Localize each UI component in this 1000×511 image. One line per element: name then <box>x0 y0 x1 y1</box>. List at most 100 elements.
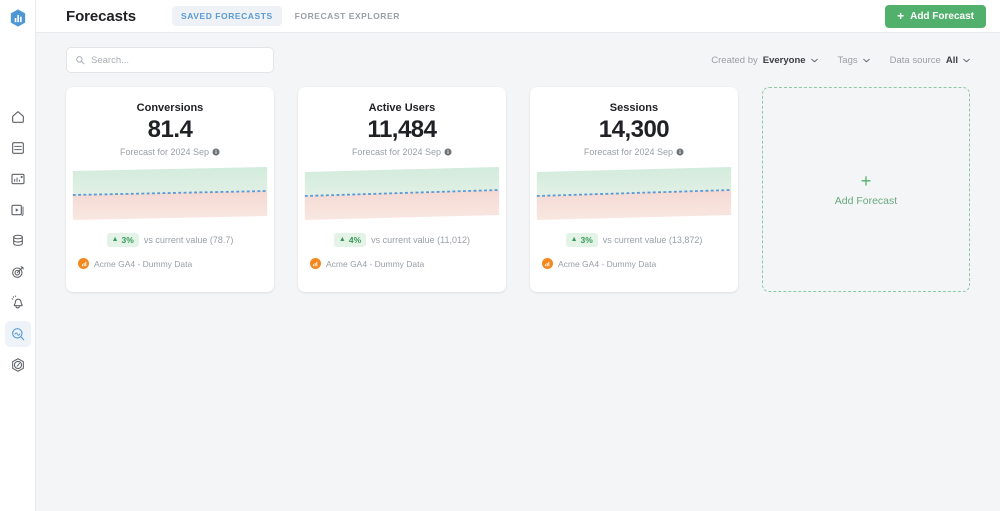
numbers-report-icon <box>11 142 24 154</box>
card-subtitle: Forecast for 2024 Sep <box>351 147 441 157</box>
sidebar-item-dashboards[interactable] <box>5 166 31 192</box>
presentation-icon <box>10 204 23 216</box>
card-subtitle-row: Forecast for 2024 Sep <box>66 147 274 157</box>
sidebar-item-home[interactable] <box>5 104 31 130</box>
status-badge: ▲ 3% <box>565 233 598 247</box>
content-area: Created by Everyone Tags Data source All <box>36 32 1000 511</box>
add-forecast-card[interactable]: + Add Forecast <box>761 87 970 292</box>
info-icon[interactable] <box>212 148 220 156</box>
sidebar-item-reports[interactable] <box>5 135 31 161</box>
card-delta-row: ▲ 3% vs current value (13,872) <box>530 233 738 247</box>
plus-icon: + <box>860 171 872 191</box>
sidebar-item-alerts[interactable] <box>5 290 31 316</box>
database-icon <box>12 234 23 246</box>
tab-saved-forecasts[interactable]: SAVED FORECASTS <box>171 6 282 26</box>
status-badge: ▲ 4% <box>333 233 367 247</box>
sidebar-item-forecasts[interactable] <box>4 321 31 347</box>
filter-bar: Created by Everyone Tags Data source All <box>66 33 970 87</box>
sidebar-item-goals[interactable] <box>5 259 31 285</box>
sparkline-svg <box>72 167 268 220</box>
ga4-source-icon <box>541 258 553 269</box>
forecast-card[interactable]: Conversions 81.4 Forecast for 2024 Sep ▲… <box>66 87 274 292</box>
filter-created-by-value: Everyone <box>762 54 806 66</box>
add-forecast-card-label: Add Forecast <box>834 195 898 207</box>
card-delta-row: ▲ 3% vs current value (78.7) <box>66 233 274 247</box>
card-source-row: Acme GA4 - Dummy Data <box>298 258 506 269</box>
add-forecast-button[interactable]: + Add Forecast <box>885 4 986 28</box>
filter-data-source-value: All <box>945 54 958 66</box>
card-title: Sessions <box>609 102 659 114</box>
forecast-card[interactable]: Sessions 14,300 Forecast for 2024 Sep ▲ … <box>529 87 738 292</box>
card-source-label: Acme GA4 - Dummy Data <box>325 258 425 269</box>
app-root: Forecasts SAVED FORECASTS FORECAST EXPLO… <box>0 0 1000 511</box>
card-subtitle-row: Forecast for 2024 Sep <box>298 147 506 157</box>
filter-created-by[interactable]: Created by Everyone <box>711 54 818 66</box>
card-title: Conversions <box>136 102 204 114</box>
analytics-bars-icon <box>313 261 318 266</box>
card-value: 11,484 <box>367 116 437 143</box>
forecast-card-grid: Conversions 81.4 Forecast for 2024 Sep ▲… <box>66 87 970 292</box>
card-source-label: Acme GA4 - Dummy Data <box>557 258 657 269</box>
search-icon <box>76 56 85 65</box>
sidebar-nav <box>0 104 35 383</box>
card-subtitle: Forecast for 2024 Sep <box>583 147 673 157</box>
delta-description: vs current value (78.7) <box>143 235 234 245</box>
analytics-bars-icon <box>81 261 86 266</box>
app-logo[interactable] <box>0 0 36 36</box>
sidebar-item-presentations[interactable] <box>5 197 31 223</box>
filter-data-source-label: Data source <box>889 54 941 66</box>
tab-forecast-explorer[interactable]: FORECAST EXPLORER <box>286 6 409 26</box>
triangle-up-icon: ▲ <box>338 236 346 243</box>
analytics-bars-icon <box>545 261 550 266</box>
ga4-source-icon <box>309 258 321 269</box>
main-area: Forecasts SAVED FORECASTS FORECAST EXPLO… <box>36 0 1000 511</box>
speedometer-icon <box>11 358 24 372</box>
card-subtitle-row: Forecast for 2024 Sep <box>530 147 738 157</box>
info-icon[interactable] <box>676 148 684 156</box>
page-title: Forecasts <box>66 7 136 25</box>
sparkline-svg <box>536 167 732 220</box>
tab-bar: SAVED FORECASTS FORECAST EXPLORER <box>171 6 409 26</box>
card-title: Active Users <box>368 102 436 114</box>
card-source-row: Acme GA4 - Dummy Data <box>66 258 274 269</box>
sidebar-item-performance[interactable] <box>5 352 31 378</box>
chevron-down-icon <box>963 58 970 62</box>
home-icon <box>11 111 24 123</box>
card-source-label: Acme GA4 - Dummy Data <box>94 258 193 269</box>
delta-value: 3% <box>580 235 593 245</box>
card-value: 81.4 <box>147 116 193 143</box>
card-subtitle: Forecast for 2024 Sep <box>119 147 210 157</box>
info-icon[interactable] <box>444 148 452 156</box>
filter-data-source[interactable]: Data source All <box>890 55 970 66</box>
card-value: 14,300 <box>598 116 670 143</box>
ga4-source-icon <box>78 258 89 269</box>
delta-description: vs current value (11,012) <box>371 235 471 245</box>
status-badge: ▲ 3% <box>106 233 139 247</box>
search-box[interactable] <box>66 47 274 73</box>
forecast-sparkline <box>66 166 274 221</box>
topbar: Forecasts SAVED FORECASTS FORECAST EXPLO… <box>36 0 1000 32</box>
filter-created-by-label: Created by <box>711 54 758 66</box>
sparkline-svg <box>304 167 500 220</box>
triangle-up-icon: ▲ <box>111 236 119 243</box>
chevron-down-icon <box>810 58 818 62</box>
filter-tags-label: Tags <box>837 54 858 66</box>
alert-bell-icon <box>11 295 23 309</box>
filter-tags[interactable]: Tags <box>838 55 870 66</box>
search-input[interactable] <box>91 54 265 66</box>
sidebar-item-data-sources[interactable] <box>5 228 31 254</box>
forecast-sparkline <box>530 166 738 221</box>
delta-description: vs current value (13,872) <box>602 235 703 245</box>
target-goals-icon <box>11 266 24 278</box>
bar-chart-hexagon-logo-icon <box>10 9 25 27</box>
forecast-magnifier-icon <box>11 328 24 341</box>
delta-value: 4% <box>348 235 362 245</box>
sidebar <box>0 0 36 511</box>
chevron-down-icon <box>862 58 870 62</box>
card-delta-row: ▲ 4% vs current value (11,012) <box>298 233 506 247</box>
triangle-up-icon: ▲ <box>570 236 578 243</box>
forecast-card[interactable]: Active Users 11,484 Forecast for 2024 Se… <box>297 87 506 292</box>
filter-controls: Created by Everyone Tags Data source All <box>711 55 970 66</box>
card-source-row: Acme GA4 - Dummy Data <box>530 258 738 269</box>
forecast-sparkline <box>298 166 506 221</box>
